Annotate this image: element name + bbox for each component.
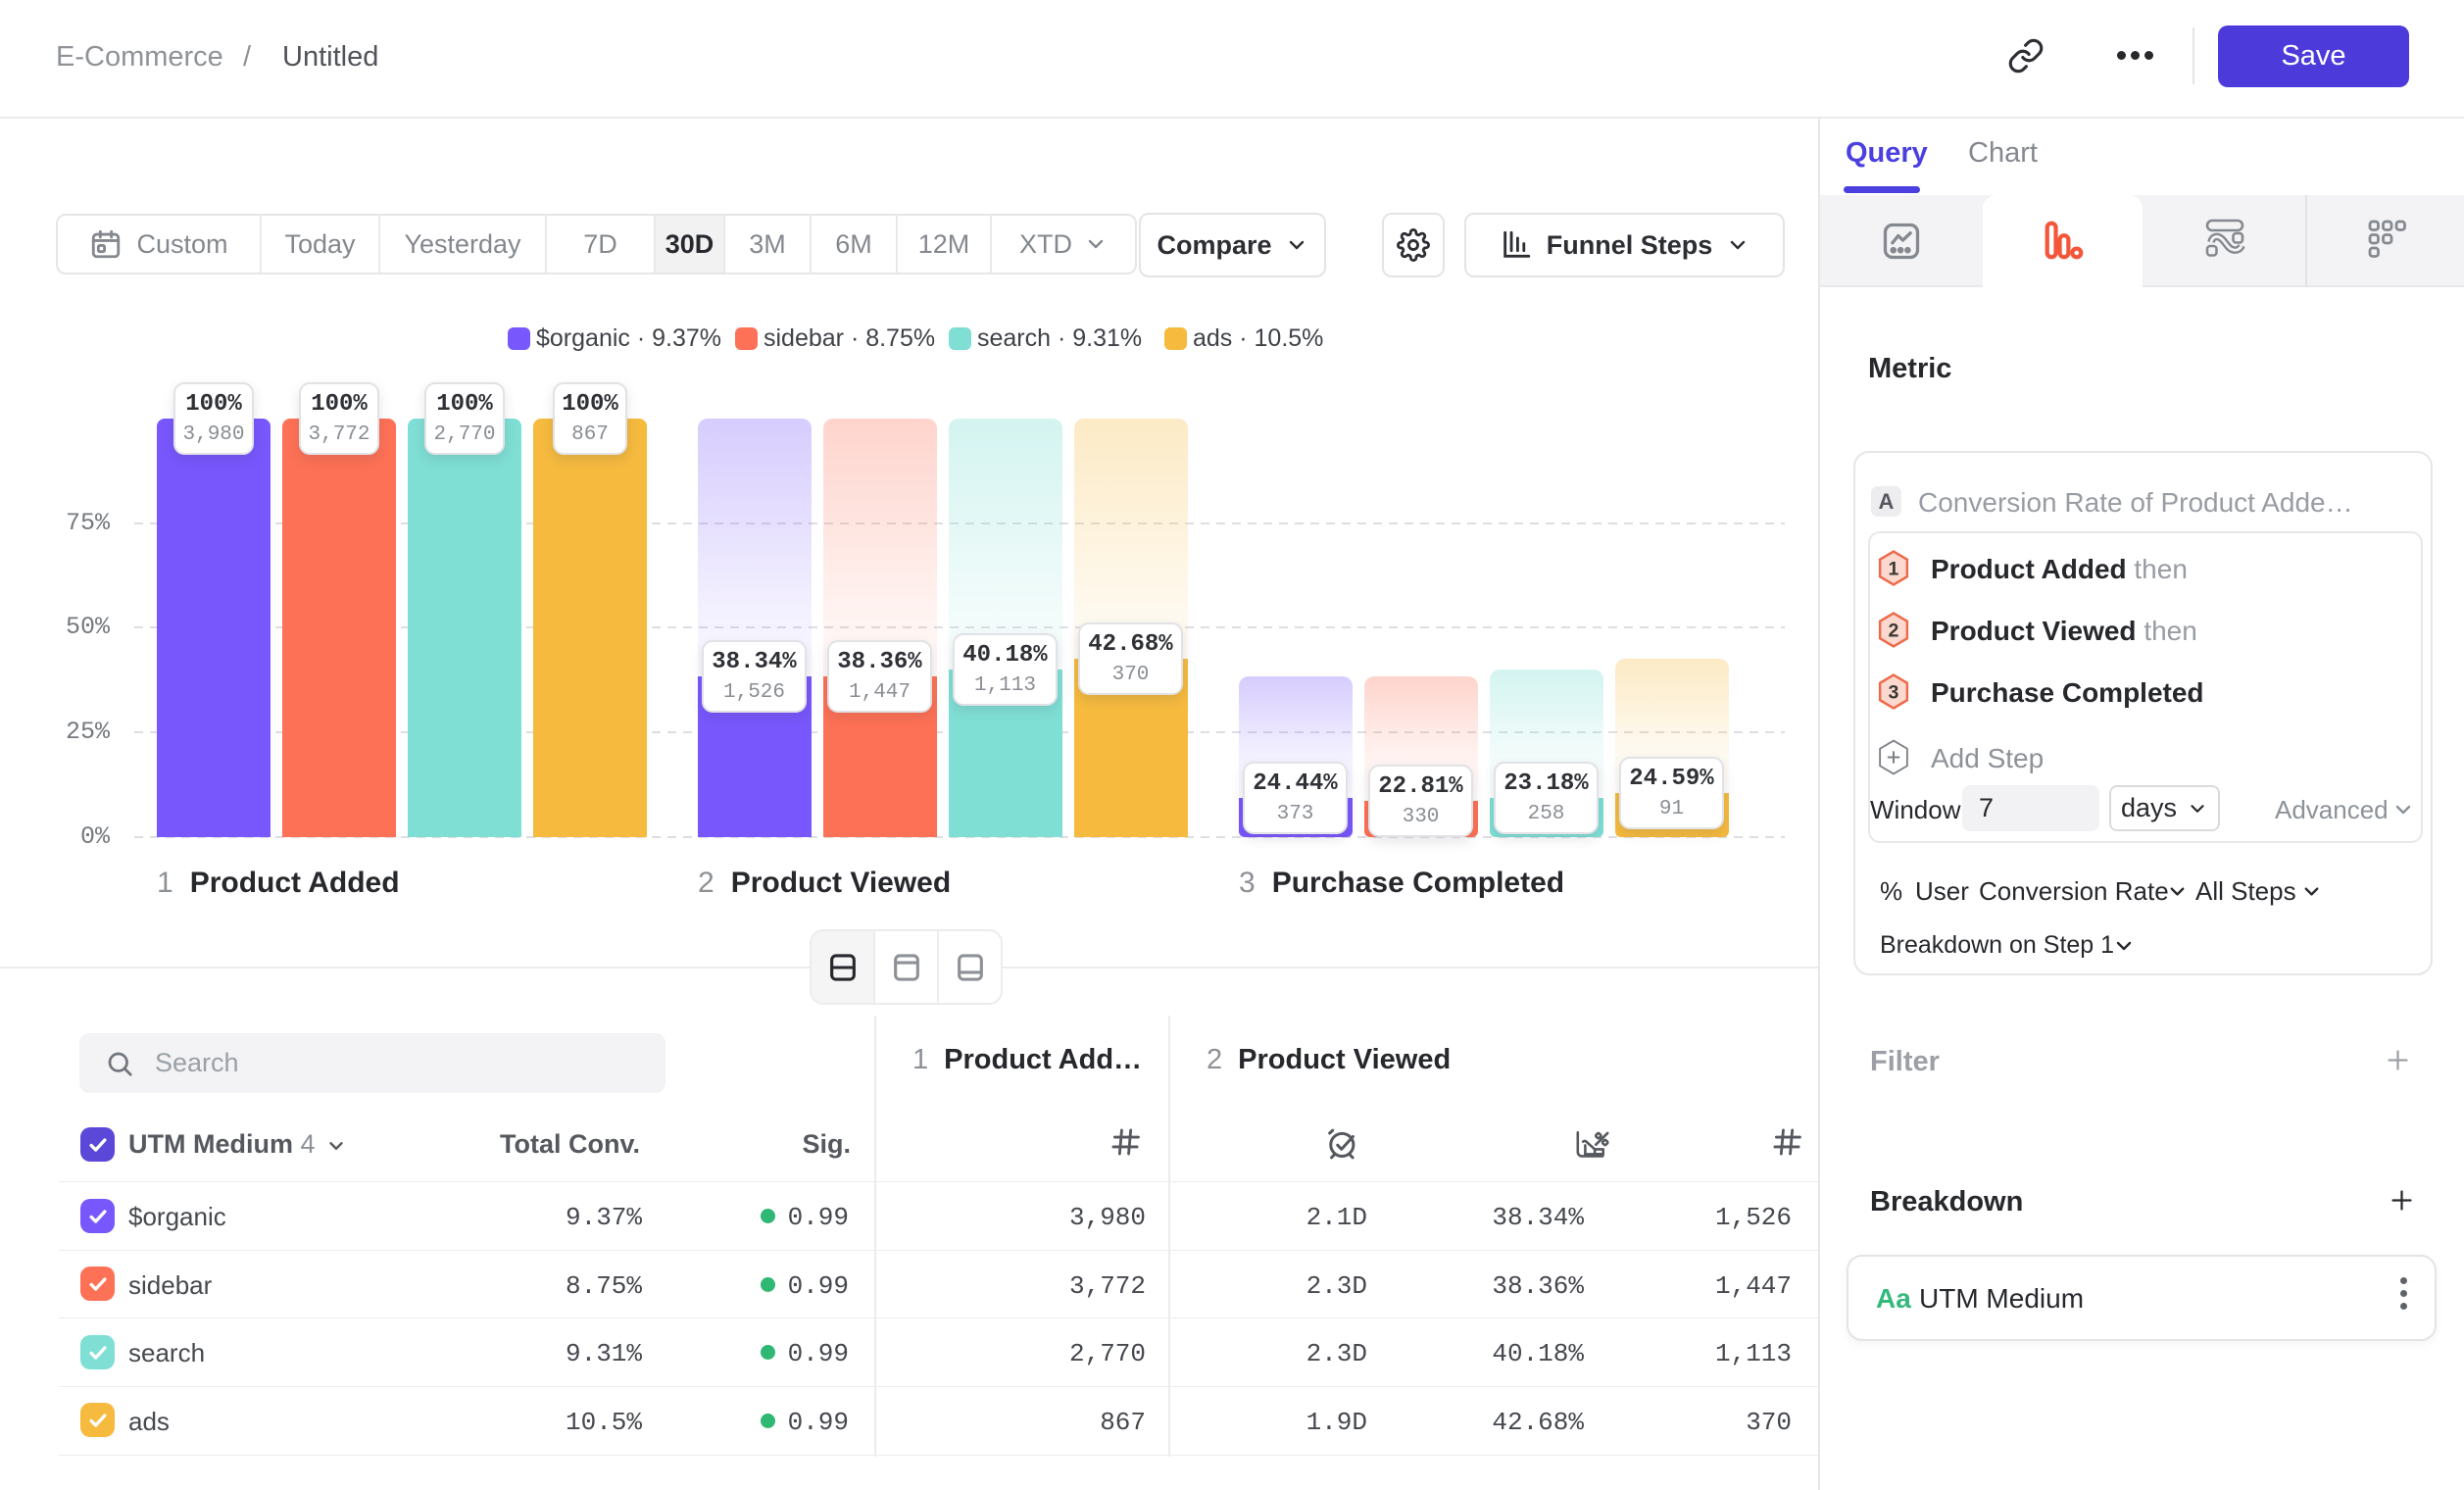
svg-text:3: 3 [1889,682,1899,704]
svg-text:2: 2 [1889,621,1899,642]
svg-text:1: 1 [1889,559,1899,580]
